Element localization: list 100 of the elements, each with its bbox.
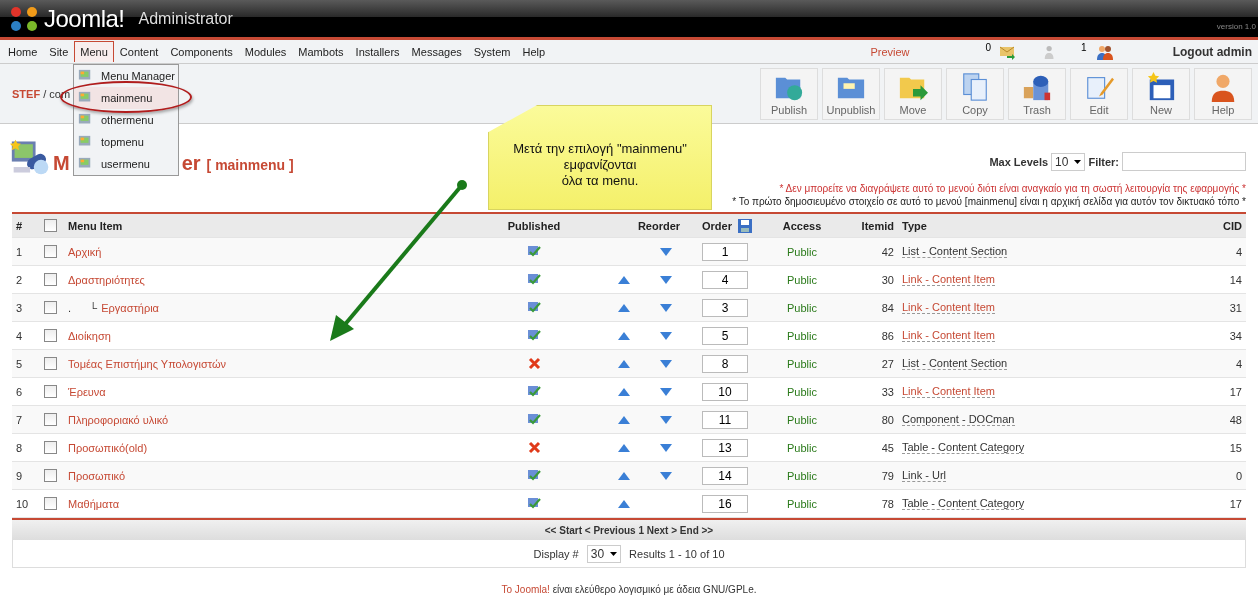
dropdown-item[interactable]: othermenu bbox=[74, 109, 178, 131]
move-up-icon[interactable] bbox=[618, 415, 630, 424]
move-down-icon[interactable] bbox=[660, 275, 672, 284]
type-link[interactable]: Link - Content Item bbox=[902, 385, 995, 398]
toolbar-button[interactable]: Help bbox=[1194, 67, 1252, 120]
unpublished-icon[interactable] bbox=[527, 441, 541, 454]
row-checkbox[interactable] bbox=[44, 441, 57, 454]
menu-bar-item[interactable]: Messages bbox=[405, 41, 468, 62]
menu-bar-item[interactable]: System bbox=[467, 41, 517, 62]
menu-item-link[interactable]: Έρευνα bbox=[64, 385, 110, 398]
order-field[interactable]: 13 bbox=[702, 438, 748, 457]
access-level[interactable]: Public bbox=[762, 245, 842, 258]
order-field[interactable]: 1 bbox=[702, 242, 748, 261]
order-field[interactable]: 16 bbox=[702, 494, 748, 513]
row-checkbox[interactable] bbox=[44, 413, 57, 426]
move-down-icon[interactable] bbox=[660, 331, 672, 340]
move-down-icon[interactable] bbox=[660, 387, 672, 396]
published-icon[interactable] bbox=[527, 245, 541, 258]
menu-bar-item[interactable]: Installers bbox=[349, 41, 406, 62]
move-down-icon[interactable] bbox=[660, 471, 672, 480]
type-link[interactable]: Link - Content Item bbox=[902, 301, 995, 314]
column-header[interactable]: Order bbox=[698, 218, 762, 233]
type-text[interactable]: Component - DOCman bbox=[902, 413, 1015, 426]
published-icon[interactable] bbox=[527, 301, 541, 314]
menu-item-link[interactable]: Εργαστήρια bbox=[97, 301, 163, 314]
menu-item-link[interactable]: Διοίκηση bbox=[64, 329, 115, 342]
dropdown-item[interactable]: topmenu bbox=[74, 131, 178, 153]
menu-bar-item[interactable]: Menu bbox=[74, 41, 114, 62]
move-up-icon[interactable] bbox=[618, 471, 630, 480]
row-checkbox[interactable] bbox=[44, 469, 57, 482]
move-up-icon[interactable] bbox=[618, 387, 630, 396]
unpublished-icon[interactable] bbox=[527, 357, 541, 370]
access-level[interactable]: Public bbox=[762, 413, 842, 426]
menu-bar-item[interactable]: Site bbox=[43, 41, 75, 62]
menu-bar-item[interactable]: Home bbox=[2, 41, 44, 62]
menu-item-link[interactable]: Αρχική bbox=[64, 245, 106, 258]
published-icon[interactable] bbox=[527, 273, 541, 286]
access-level[interactable]: Public bbox=[762, 469, 842, 482]
type-text[interactable]: List - Content Section bbox=[902, 245, 1008, 258]
order-field[interactable]: 4 bbox=[702, 270, 748, 289]
display-count-select[interactable]: 30 bbox=[586, 544, 622, 563]
type-text[interactable]: Table - Content Category bbox=[902, 497, 1025, 510]
order-field[interactable]: 5 bbox=[702, 326, 748, 345]
order-field[interactable]: 3 bbox=[702, 298, 748, 317]
menu-item-link[interactable]: Μαθήματα bbox=[64, 497, 123, 510]
move-up-icon[interactable] bbox=[618, 331, 630, 340]
menu-bar-item[interactable]: Help bbox=[516, 41, 552, 62]
order-field[interactable]: 10 bbox=[702, 382, 748, 401]
logout-link[interactable]: Logout admin bbox=[1172, 44, 1252, 59]
menu-bar-item[interactable]: Content bbox=[113, 41, 165, 62]
menu-item-link[interactable]: Τομέας Επιστήμης Υπολογιστών bbox=[64, 357, 230, 370]
move-up-icon[interactable] bbox=[618, 303, 630, 312]
pagination-links[interactable]: << Start < Previous 1 Next > End >> bbox=[544, 524, 714, 536]
access-level[interactable]: Public bbox=[762, 273, 842, 286]
access-level[interactable]: Public bbox=[762, 385, 842, 398]
menu-item-link[interactable]: Προσωπικό(old) bbox=[64, 441, 152, 454]
order-field[interactable]: 11 bbox=[702, 410, 748, 429]
published-icon[interactable] bbox=[527, 497, 541, 510]
menu-bar-item[interactable]: Components bbox=[164, 41, 239, 62]
toolbar-button[interactable]: Move bbox=[884, 67, 942, 120]
row-checkbox[interactable] bbox=[44, 329, 57, 342]
toolbar-button[interactable]: New bbox=[1132, 67, 1190, 120]
type-link[interactable]: Link - Content Item bbox=[902, 329, 995, 342]
published-icon[interactable] bbox=[527, 329, 541, 342]
toolbar-button[interactable]: Edit bbox=[1070, 67, 1128, 120]
move-up-icon[interactable] bbox=[618, 275, 630, 284]
order-field[interactable]: 8 bbox=[702, 354, 748, 373]
published-icon[interactable] bbox=[527, 413, 541, 426]
access-level[interactable]: Public bbox=[762, 301, 842, 314]
move-down-icon[interactable] bbox=[660, 415, 672, 424]
move-down-icon[interactable] bbox=[660, 247, 672, 256]
order-field[interactable]: 14 bbox=[702, 466, 748, 485]
move-up-icon[interactable] bbox=[618, 359, 630, 368]
toolbar-button[interactable]: Unpublish bbox=[822, 67, 880, 120]
move-up-icon[interactable] bbox=[618, 443, 630, 452]
move-down-icon[interactable] bbox=[660, 359, 672, 368]
menu-bar-item[interactable]: Mambots bbox=[292, 41, 350, 62]
row-checkbox[interactable] bbox=[44, 357, 57, 370]
access-level[interactable]: Public bbox=[762, 329, 842, 342]
move-up-icon[interactable] bbox=[618, 499, 630, 508]
filter-field[interactable] bbox=[1122, 152, 1246, 171]
row-checkbox[interactable] bbox=[44, 385, 57, 398]
dropdown-item[interactable]: usermenu bbox=[74, 153, 178, 175]
toolbar-button[interactable]: Publish bbox=[760, 67, 818, 120]
access-level[interactable]: Public bbox=[762, 441, 842, 454]
row-checkbox[interactable] bbox=[44, 301, 57, 314]
row-checkbox[interactable] bbox=[44, 497, 57, 510]
move-down-icon[interactable] bbox=[660, 303, 672, 312]
row-checkbox[interactable] bbox=[44, 273, 57, 286]
move-down-icon[interactable] bbox=[660, 443, 672, 452]
row-checkbox[interactable] bbox=[44, 245, 57, 258]
menu-item-link[interactable]: Πληροφοριακό υλικό bbox=[64, 413, 173, 426]
type-text[interactable]: Table - Content Category bbox=[902, 441, 1025, 454]
preview-link[interactable]: Preview bbox=[870, 45, 910, 58]
toolbar-button[interactable]: Copy bbox=[946, 67, 1004, 120]
access-level[interactable]: Public bbox=[762, 357, 842, 370]
published-icon[interactable] bbox=[527, 469, 541, 482]
type-text[interactable]: List - Content Section bbox=[902, 357, 1008, 370]
type-text[interactable]: Link - Url bbox=[902, 469, 946, 482]
menu-bar-item[interactable]: Modules bbox=[238, 41, 293, 62]
